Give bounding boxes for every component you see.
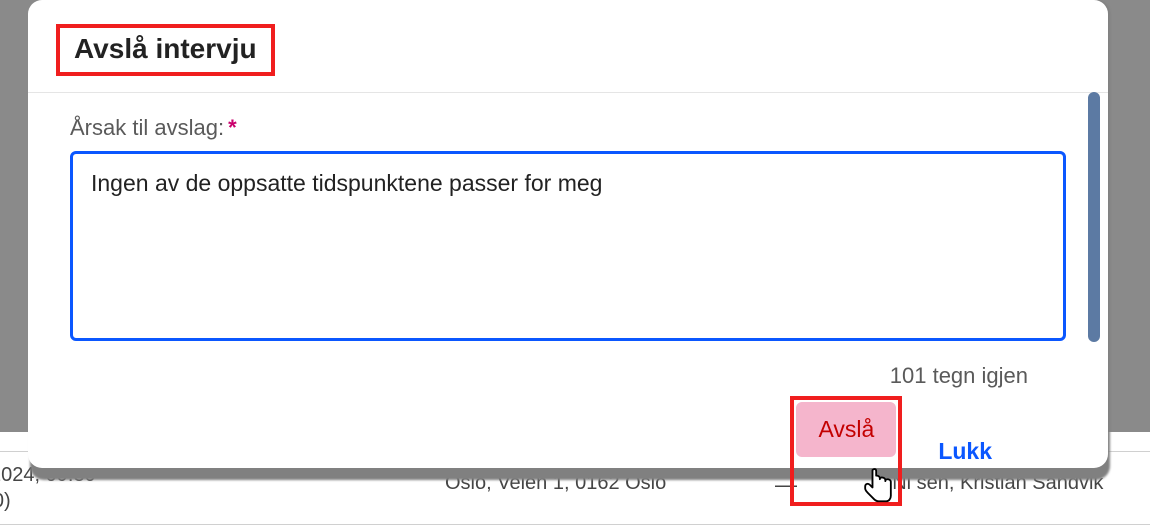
pointer-cursor-icon: [856, 460, 900, 504]
modal-header: Avslå intervju: [28, 0, 1108, 93]
modal-scrollbar[interactable]: [1088, 92, 1100, 342]
reason-textarea[interactable]: [70, 151, 1066, 341]
bg-date-line2: T+01:00): [0, 490, 11, 512]
reason-label-text: Årsak til avslag:: [70, 115, 224, 140]
modal-title-text: Avslå intervju: [56, 24, 275, 76]
close-button[interactable]: Lukk: [932, 430, 998, 473]
modal-footer: Avslå Lukk: [790, 396, 998, 506]
modal-title: Avslå intervju: [56, 33, 275, 64]
reason-label: Årsak til avslag:*: [70, 115, 1066, 141]
required-asterisk: *: [228, 115, 237, 140]
reject-button[interactable]: Avslå: [796, 402, 896, 457]
decline-interview-modal: Avslå intervju Årsak til avslag:* 101 te…: [28, 0, 1108, 468]
char-counter: 101 tegn igjen: [890, 363, 1028, 389]
reject-button-highlight: Avslå: [790, 396, 902, 506]
